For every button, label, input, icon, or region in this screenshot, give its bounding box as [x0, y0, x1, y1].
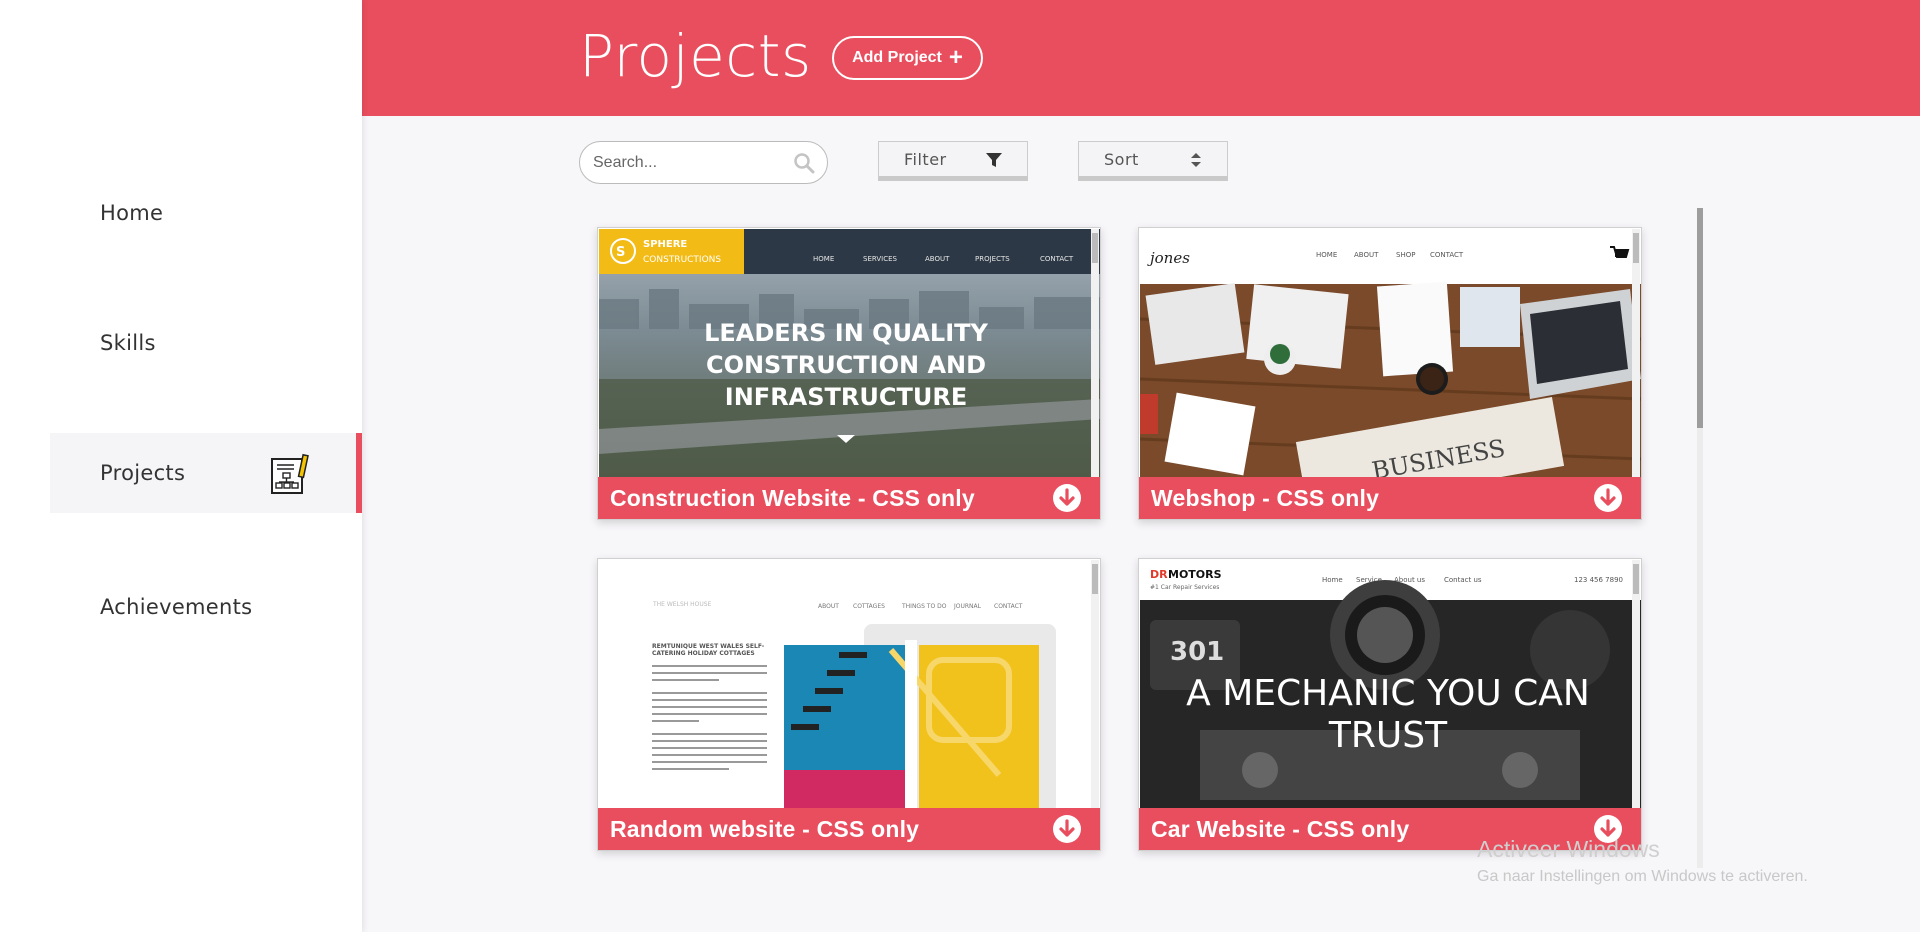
project-card-footer: Construction Website - CSS only: [598, 477, 1100, 519]
project-preview: DR MOTORS #1 Car Repair Services Home Se…: [1140, 560, 1641, 810]
sort-arrows-icon: [1189, 151, 1203, 173]
search-input[interactable]: [593, 153, 783, 172]
svg-text:TRUST: TRUST: [1328, 715, 1448, 756]
svg-text:ABOUT: ABOUT: [818, 603, 839, 610]
project-card-webshop[interactable]: jones HOME ABOUT SHOP CONTACT BUSINESS W…: [1138, 227, 1642, 520]
svg-text:HOME: HOME: [1316, 251, 1337, 259]
project-title: Random website - CSS only: [610, 815, 920, 842]
svg-text:CONTACT: CONTACT: [994, 603, 1023, 610]
preview-scrollbar: [1091, 560, 1099, 810]
filter-label: Filter: [904, 149, 947, 169]
windows-activation-title: Activeer Windows: [1477, 836, 1660, 862]
project-document-icon: [270, 453, 310, 495]
svg-text:ABOUT: ABOUT: [1354, 251, 1379, 259]
sidebar-item-label: Home: [100, 201, 164, 225]
download-arrow-icon[interactable]: [1052, 814, 1082, 844]
svg-text:THINGS TO DO: THINGS TO DO: [901, 603, 947, 610]
sidebar-item-label: Achievements: [100, 595, 253, 619]
svg-text:CONSTRUCTION AND: CONSTRUCTION AND: [706, 351, 986, 379]
search-icon[interactable]: [793, 152, 815, 178]
svg-text:SERVICES: SERVICES: [863, 255, 898, 263]
svg-text:SHOP: SHOP: [1396, 251, 1415, 259]
sort-label: Sort: [1104, 149, 1139, 169]
sidebar-item-projects[interactable]: Projects: [50, 433, 362, 513]
project-preview: jones HOME ABOUT SHOP CONTACT BUSINESS: [1140, 229, 1641, 479]
scrollbar-thumb[interactable]: [1697, 208, 1703, 428]
svg-text:ABOUT: ABOUT: [925, 255, 950, 263]
svg-text:CONSTRUCTIONS: CONSTRUCTIONS: [643, 255, 721, 265]
svg-text:#1 Car Repair Services: #1 Car Repair Services: [1150, 584, 1219, 591]
plus-icon: +: [948, 44, 963, 71]
svg-text:CONTACT: CONTACT: [1040, 255, 1074, 263]
svg-text:LEADERS IN QUALITY: LEADERS IN QUALITY: [704, 319, 988, 347]
sort-button[interactable]: Sort: [1078, 141, 1228, 181]
svg-text:COTTAGES: COTTAGES: [853, 603, 885, 610]
download-arrow-icon[interactable]: [1052, 483, 1082, 513]
project-preview: S SPHERE CONSTRUCTIONS HOME SERVICES ABO…: [599, 229, 1100, 479]
project-title: Construction Website - CSS only: [610, 484, 975, 511]
svg-text:CONTACT: CONTACT: [1430, 251, 1464, 259]
project-title: Car Website - CSS only: [1151, 815, 1410, 842]
preview-scrollbar: [1091, 229, 1099, 479]
filter-button[interactable]: Filter: [878, 141, 1028, 181]
page-header: Projects Add Project +: [362, 0, 1920, 116]
page-title: Projects: [579, 22, 812, 90]
svg-text:Home: Home: [1322, 576, 1343, 584]
project-card-footer: Webshop - CSS only: [1139, 477, 1641, 519]
filter-funnel-icon: [985, 151, 1003, 173]
svg-text:123 456 7890: 123 456 7890: [1574, 576, 1623, 584]
project-preview: THE WELSH HOUSE ABOUT COTTAGES THINGS TO…: [599, 560, 1100, 810]
project-card-car[interactable]: DR MOTORS #1 Car Repair Services Home Se…: [1138, 558, 1642, 851]
preview-scrollbar: [1632, 560, 1640, 810]
windows-activation-text: Ga naar Instellingen om Windows te activ…: [1477, 868, 1808, 885]
svg-text:HOME: HOME: [813, 255, 834, 263]
svg-text:S: S: [616, 245, 625, 260]
svg-text:JOURNAL: JOURNAL: [953, 603, 982, 610]
sidebar-item-home[interactable]: Home: [50, 173, 362, 253]
svg-text:CATERING HOLIDAY COTTAGES: CATERING HOLIDAY COTTAGES: [652, 650, 755, 657]
svg-text:MOTORS: MOTORS: [1168, 568, 1222, 581]
svg-text:DR: DR: [1150, 568, 1168, 581]
svg-text:SPHERE: SPHERE: [643, 239, 687, 250]
svg-text:INFRASTRUCTURE: INFRASTRUCTURE: [725, 383, 967, 411]
add-project-label: Add Project: [852, 49, 942, 66]
sidebar-item-label: Projects: [100, 461, 186, 485]
svg-text:PROJECTS: PROJECTS: [975, 255, 1010, 263]
svg-text:Contact us: Contact us: [1444, 576, 1482, 584]
sidebar: Home Skills Projects Achievements: [0, 0, 362, 932]
project-card-random[interactable]: THE WELSH HOUSE ABOUT COTTAGES THINGS TO…: [597, 558, 1101, 851]
project-card-construction[interactable]: S SPHERE CONSTRUCTIONS HOME SERVICES ABO…: [597, 227, 1101, 520]
svg-text:A MECHANIC YOU CAN: A MECHANIC YOU CAN: [1186, 673, 1590, 714]
svg-text:REMTUNIQUE WEST WALES SELF-: REMTUNIQUE WEST WALES SELF-: [652, 643, 765, 650]
sidebar-item-label: Skills: [100, 331, 156, 355]
preview-scrollbar: [1632, 229, 1640, 479]
svg-text:301: 301: [1170, 637, 1224, 667]
download-arrow-icon[interactable]: [1593, 483, 1623, 513]
project-card-footer: Random website - CSS only: [598, 808, 1100, 850]
add-project-button[interactable]: Add Project +: [832, 36, 983, 80]
search-box: [579, 141, 828, 184]
sidebar-item-achievements[interactable]: Achievements: [50, 567, 362, 647]
projects-scrollbar[interactable]: [1697, 208, 1703, 868]
project-title: Webshop - CSS only: [1151, 484, 1380, 511]
svg-text:THE WELSH HOUSE: THE WELSH HOUSE: [652, 601, 712, 608]
svg-text:jones: jones: [1147, 249, 1190, 267]
sidebar-item-skills[interactable]: Skills: [50, 303, 362, 383]
